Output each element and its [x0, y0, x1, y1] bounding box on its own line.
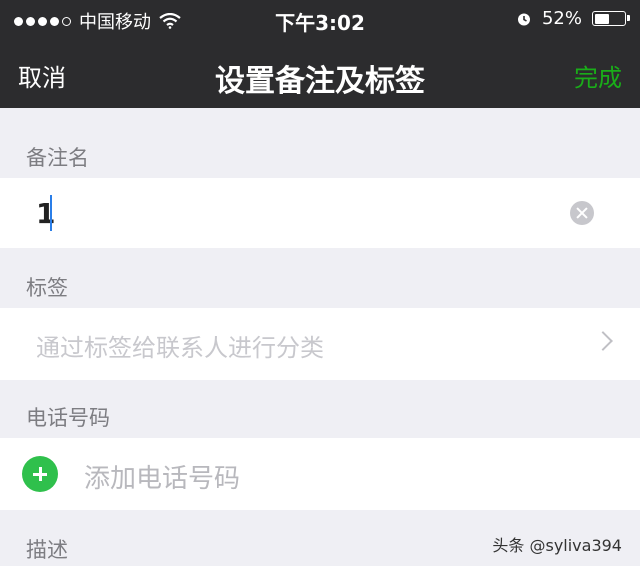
- description-section-label: 描述: [26, 538, 68, 562]
- app-screen: 中国移动 下午3:02 52% 取消 设置备注及标签 完成 备注名 1 标签 通…: [0, 0, 640, 566]
- note-name-input[interactable]: [36, 193, 536, 233]
- tags-section-label: 标签: [26, 276, 68, 300]
- status-right: 52%: [516, 8, 630, 29]
- alarm-clock-icon: [517, 13, 530, 25]
- done-button[interactable]: 完成: [574, 58, 622, 93]
- text-caret: [50, 195, 52, 231]
- battery-fill: [594, 13, 610, 24]
- watermark: 头条 @syliva394: [492, 536, 622, 555]
- tags-row[interactable]: 通过标签给联系人进行分类: [0, 308, 640, 380]
- top-bar: 中国移动 下午3:02 52% 取消 设置备注及标签 完成: [0, 0, 640, 108]
- status-bar: 中国移动 下午3:02 52%: [0, 0, 640, 38]
- tags-placeholder: 通过标签给联系人进行分类: [36, 334, 324, 362]
- note-row: [0, 178, 640, 248]
- add-phone-row[interactable]: 添加电话号码: [0, 438, 640, 510]
- battery-icon: [592, 11, 630, 26]
- add-phone-button[interactable]: 添加电话号码: [84, 458, 240, 495]
- navigation-bar: 取消 设置备注及标签 完成: [0, 38, 640, 108]
- note-section-label: 备注名: [26, 146, 89, 170]
- battery-percent: 52%: [541, 8, 582, 29]
- phone-section-label: 电话号码: [26, 406, 110, 430]
- page-title: 设置备注及标签: [215, 64, 425, 99]
- chevron-right-icon: [593, 331, 613, 351]
- clear-icon[interactable]: [570, 201, 594, 225]
- add-circle-icon[interactable]: [22, 456, 58, 492]
